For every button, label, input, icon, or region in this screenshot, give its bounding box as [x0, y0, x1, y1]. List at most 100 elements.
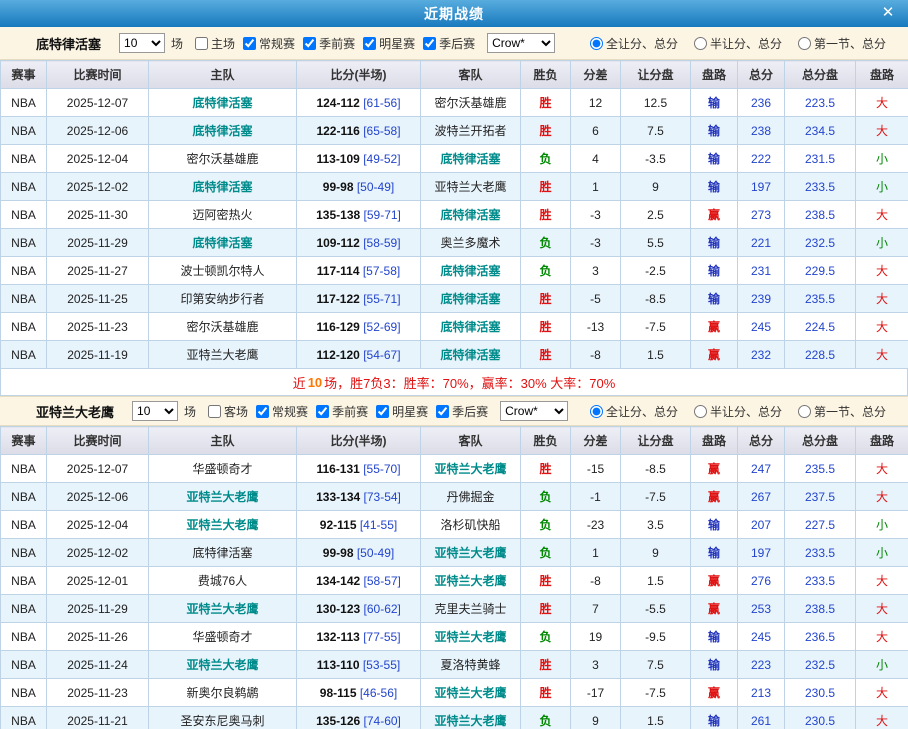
- cell-score: 133-134 [73-54]: [297, 483, 421, 511]
- cell-league: NBA: [1, 313, 47, 341]
- cell-league: NBA: [1, 455, 47, 483]
- cell-handicap: -8.5: [621, 455, 691, 483]
- score-text: 99-98: [323, 546, 354, 560]
- half-score-text: [58-59]: [363, 236, 400, 250]
- cell-handicap-result: 输: [691, 623, 738, 651]
- cell-handicap-result: 输: [691, 89, 738, 117]
- radio-label: 全让分、总分: [606, 403, 678, 420]
- cell-score: 116-129 [52-69]: [297, 313, 421, 341]
- cell-league: NBA: [1, 117, 47, 145]
- checkbox-3[interactable]: [363, 37, 376, 50]
- checkbox-2[interactable]: [303, 37, 316, 50]
- column-header-8: 盘路: [691, 427, 738, 455]
- cell-handicap: 9: [621, 539, 691, 567]
- checkbox-1[interactable]: [256, 405, 269, 418]
- checkbox-4[interactable]: [423, 37, 436, 50]
- filter-checkbox-2[interactable]: 季前赛: [303, 35, 355, 52]
- score-text: 116-129: [316, 320, 359, 334]
- games-count-select[interactable]: 10: [119, 33, 165, 53]
- filter-checkbox-4[interactable]: 季后赛: [436, 403, 488, 420]
- radio-1[interactable]: [694, 405, 707, 418]
- cell-total: 236: [738, 89, 785, 117]
- cell-home-team: 华盛顿奇才: [149, 623, 297, 651]
- radio-2[interactable]: [798, 37, 811, 50]
- cell-total-line: 228.5: [785, 341, 856, 369]
- filter-checkbox-1[interactable]: 常规赛: [256, 403, 308, 420]
- radio-0[interactable]: [590, 405, 603, 418]
- radio-1[interactable]: [694, 37, 707, 50]
- bookmaker-select[interactable]: Crow*: [487, 33, 555, 53]
- filter-checkbox-0[interactable]: 客场: [208, 403, 248, 420]
- cell-score: 113-109 [49-52]: [297, 145, 421, 173]
- filter-radio-1[interactable]: 半让分、总分: [694, 35, 782, 52]
- filter-checkbox-4[interactable]: 季后赛: [423, 35, 475, 52]
- cell-away-team: 底特律活塞: [421, 257, 521, 285]
- filter-checkbox-1[interactable]: 常规赛: [243, 35, 295, 52]
- bookmaker-select[interactable]: Crow*: [500, 401, 568, 421]
- cell-handicap-result: 输: [691, 145, 738, 173]
- cell-date: 2025-11-25: [47, 285, 149, 313]
- radio-0[interactable]: [590, 37, 603, 50]
- cell-handicap: 1.5: [621, 567, 691, 595]
- cell-league: NBA: [1, 679, 47, 707]
- column-header-4: 客队: [421, 61, 521, 89]
- score-text: 132-113: [316, 630, 359, 644]
- cell-home-team: 亚特兰大老鹰: [149, 511, 297, 539]
- filter-radio-2[interactable]: 第一节、总分: [798, 35, 886, 52]
- checkbox-1[interactable]: [243, 37, 256, 50]
- cell-result: 负: [521, 623, 571, 651]
- cell-total-line: 238.5: [785, 201, 856, 229]
- cell-score: 132-113 [77-55]: [297, 623, 421, 651]
- cell-result: 胜: [521, 313, 571, 341]
- home-team-filter-bar: 底特律活塞 10 场 主场常规赛季前赛明星赛季后赛 Crow* 全让分、总分半让…: [0, 27, 908, 60]
- cell-handicap: 1.5: [621, 707, 691, 729]
- cell-over-under: 大: [856, 707, 908, 729]
- cell-home-team: 底特律活塞: [149, 89, 297, 117]
- checkbox-4[interactable]: [436, 405, 449, 418]
- cell-diff: -8: [571, 341, 621, 369]
- filter-radio-0[interactable]: 全让分、总分: [590, 403, 678, 420]
- cell-diff: -1: [571, 483, 621, 511]
- table-row: NBA2025-11-24亚特兰大老鹰113-110 [53-55]夏洛特黄蜂胜…: [1, 651, 908, 679]
- cell-total: 221: [738, 229, 785, 257]
- filter-checkbox-0[interactable]: 主场: [195, 35, 235, 52]
- cell-diff: -13: [571, 313, 621, 341]
- filter-checkbox-3[interactable]: 明星赛: [376, 403, 428, 420]
- cell-total: 231: [738, 257, 785, 285]
- checkbox-label: 主场: [211, 35, 235, 52]
- cell-score: 99-98 [50-49]: [297, 539, 421, 567]
- cell-handicap-result: 赢: [691, 595, 738, 623]
- close-icon[interactable]: ✕: [878, 3, 898, 23]
- score-text: 116-131: [316, 462, 359, 476]
- table-header-row: 赛事比赛时间主队比分(半场)客队胜负分差让分盘盘路总分总分盘盘路: [1, 427, 908, 455]
- filter-radio-1[interactable]: 半让分、总分: [694, 403, 782, 420]
- cell-handicap: 5.5: [621, 229, 691, 257]
- filter-radio-0[interactable]: 全让分、总分: [590, 35, 678, 52]
- cell-diff: -3: [571, 201, 621, 229]
- filter-radio-2[interactable]: 第一节、总分: [798, 403, 886, 420]
- cell-handicap-result: 赢: [691, 483, 738, 511]
- cell-over-under: 大: [856, 483, 908, 511]
- cell-total-line: 230.5: [785, 707, 856, 729]
- filter-checkbox-3[interactable]: 明星赛: [363, 35, 415, 52]
- cell-result: 胜: [521, 341, 571, 369]
- radio-label: 第一节、总分: [814, 403, 886, 420]
- cell-home-team: 密尔沃基雄鹿: [149, 145, 297, 173]
- filter-checkbox-2[interactable]: 季前赛: [316, 403, 368, 420]
- cell-over-under: 大: [856, 623, 908, 651]
- checkbox-0[interactable]: [195, 37, 208, 50]
- cell-league: NBA: [1, 539, 47, 567]
- cell-league: NBA: [1, 201, 47, 229]
- checkbox-3[interactable]: [376, 405, 389, 418]
- games-count-select[interactable]: 10: [132, 401, 178, 421]
- half-score-text: [77-55]: [363, 630, 400, 644]
- cell-handicap-result: 输: [691, 173, 738, 201]
- checkbox-2[interactable]: [316, 405, 329, 418]
- radio-2[interactable]: [798, 405, 811, 418]
- checkbox-label: 季后赛: [452, 403, 488, 420]
- checkbox-0[interactable]: [208, 405, 221, 418]
- cell-away-team: 亚特兰大老鹰: [421, 567, 521, 595]
- cell-away-team: 克里夫兰骑士: [421, 595, 521, 623]
- checkbox-label: 季前赛: [319, 35, 355, 52]
- cell-away-team: 底特律活塞: [421, 285, 521, 313]
